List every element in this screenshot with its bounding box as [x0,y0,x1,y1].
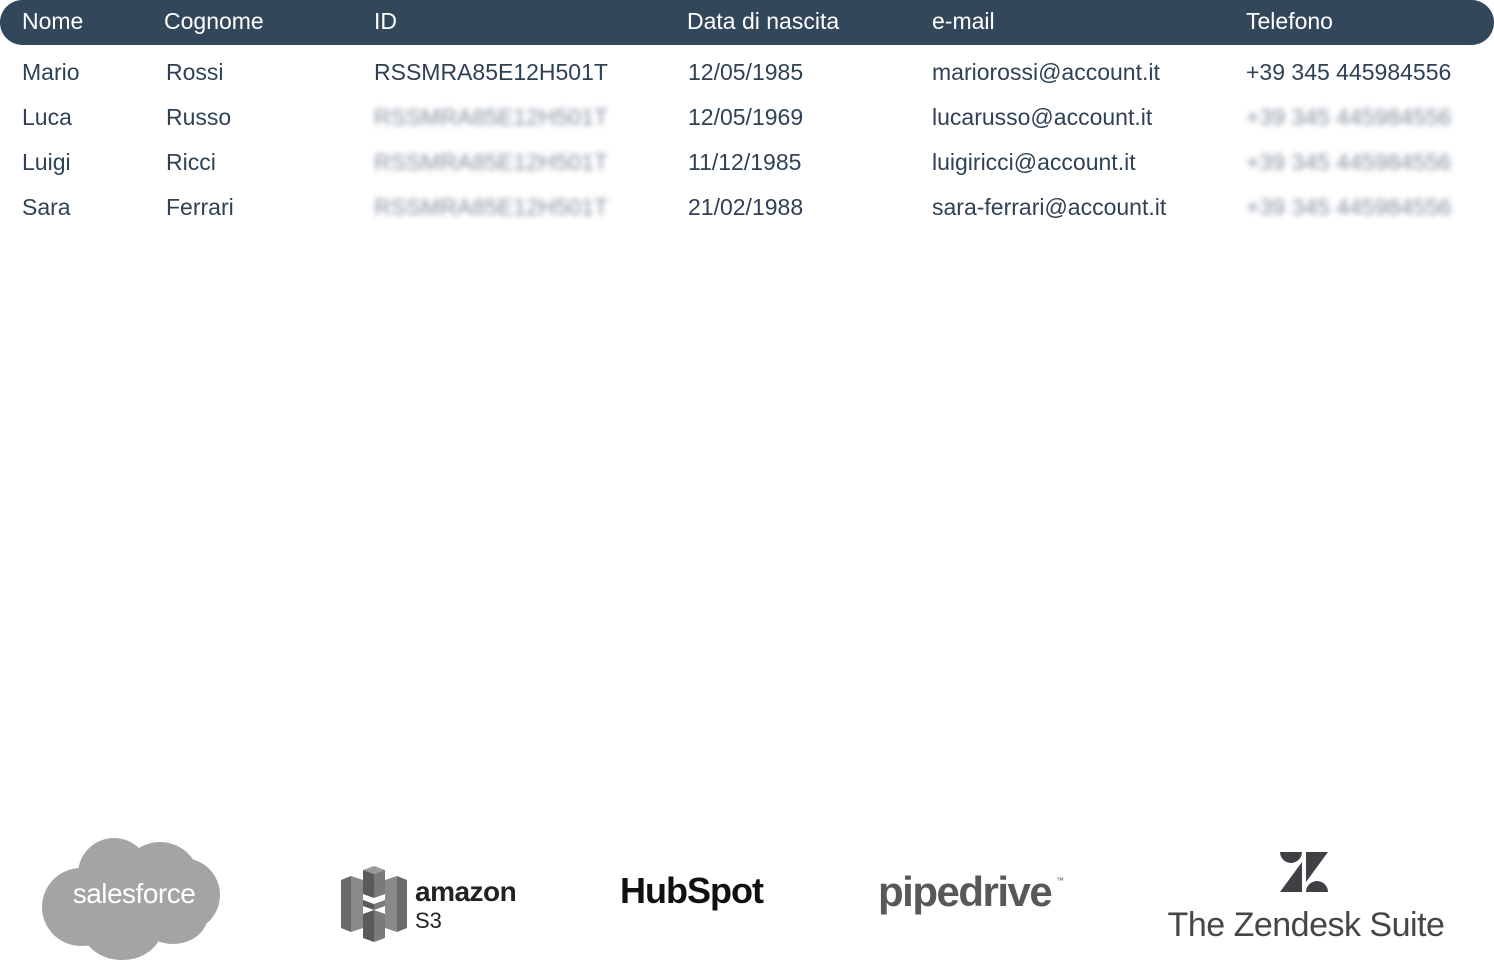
s3-wordmark: S3 [415,908,442,933]
table-row[interactable]: Sara Ferrari RSSMRA85E12H501T 21/02/1988… [0,184,1494,229]
cell-telefono-redacted: +39 345 445984556 [1246,149,1452,175]
column-header-nome[interactable]: Nome [22,8,83,35]
cell-cognome: Rossi [166,59,224,85]
pipedrive-wordmark: pipedrive [878,868,1053,915]
cell-telefono-redacted: +39 345 445984556 [1246,194,1452,220]
amazon-wordmark: amazon [415,876,517,907]
cell-nome: Sara [22,194,71,220]
column-header-id[interactable]: ID [374,8,397,35]
zendesk-logo: The Zendesk Suite [1166,852,1446,952]
cell-cognome: Russo [166,104,232,130]
zendesk-icon [1280,852,1328,892]
cell-nome: Mario [22,59,80,85]
cell-nome: Luigi [22,149,71,175]
cell-email: mariorossi@account.it [932,59,1160,85]
salesforce-wordmark: salesforce [72,878,196,909]
cell-data-nascita: 12/05/1969 [688,104,804,130]
trademark-symbol: ™ [1056,876,1064,885]
zendesk-wordmark: The Zendesk Suite [1167,906,1445,944]
amazon-s3-logo: amazon S3 [341,866,531,944]
cell-data-nascita: 11/12/1985 [688,149,802,175]
table-header: Nome Cognome ID Data di nascita e-mail T… [0,0,1494,45]
salesforce-logo: salesforce [42,838,220,960]
table-row[interactable]: Luca Russo RSSMRA85E12H501T 12/05/1969 l… [0,94,1494,139]
cell-id-redacted: RSSMRA85E12H501T [374,104,608,130]
pipedrive-logo: pipedrive ™ [878,868,1068,920]
cell-email: luigiricci@account.it [932,149,1136,175]
table-row[interactable]: Luigi Ricci RSSMRA85E12H501T 11/12/1985 … [0,139,1494,184]
cell-nome: Luca [22,104,72,130]
cell-id-redacted: RSSMRA85E12H501T [374,194,608,220]
cell-telefono: +39 345 445984556 [1246,59,1452,85]
cell-email: sara-ferrari@account.it [932,194,1167,220]
column-header-data-nascita[interactable]: Data di nascita [687,8,839,35]
column-header-cognome[interactable]: Cognome [164,8,264,35]
cell-cognome: Ricci [166,149,216,175]
cell-cognome: Ferrari [166,194,234,220]
table-row[interactable]: Mario Rossi RSSMRA85E12H501T 12/05/1985 … [0,49,1494,94]
column-header-telefono[interactable]: Telefono [1246,8,1333,35]
amazon-s3-icon [341,866,407,942]
integration-logos: salesforce amazon S3 HubSpot pipedrive ™ [0,820,1494,961]
cell-email: lucarusso@account.it [932,104,1153,130]
cell-id: RSSMRA85E12H501T [374,59,608,85]
hubspot-wordmark: HubSpot [620,870,764,911]
cell-data-nascita: 21/02/1988 [688,194,804,220]
contacts-table: Nome Cognome ID Data di nascita e-mail T… [0,0,1494,229]
table-body: Mario Rossi RSSMRA85E12H501T 12/05/1985 … [0,49,1494,229]
column-header-email[interactable]: e-mail [932,8,995,35]
hubspot-logo: HubSpot [620,868,780,918]
cell-id-redacted: RSSMRA85E12H501T [374,149,608,175]
cell-data-nascita: 12/05/1985 [688,59,804,85]
cell-telefono-redacted: +39 345 445984556 [1246,104,1452,130]
